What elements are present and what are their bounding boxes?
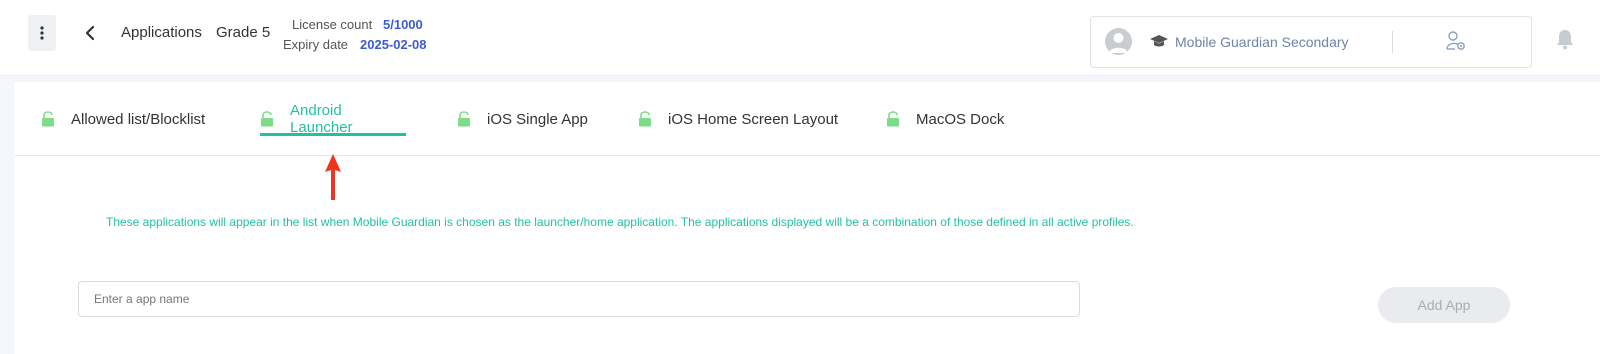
app-name-input[interactable] bbox=[78, 281, 1080, 317]
tab-label: iOS Single App bbox=[487, 110, 588, 128]
unlocked-icon bbox=[41, 111, 55, 127]
kebab-menu-icon bbox=[40, 26, 44, 40]
kebab-menu-button[interactable] bbox=[28, 15, 56, 51]
bell-icon[interactable] bbox=[1556, 28, 1574, 50]
tab-label: Android Launcher bbox=[290, 102, 353, 136]
user-settings-icon[interactable] bbox=[1445, 30, 1467, 52]
unlocked-icon bbox=[638, 111, 652, 127]
tab-macos-dock[interactable]: MacOS Dock bbox=[886, 82, 1004, 156]
annotation-arrow-icon bbox=[325, 154, 341, 200]
graduation-cap-icon bbox=[1150, 35, 1168, 47]
tab-bar: Allowed list/Blocklist Android Launcher … bbox=[14, 82, 1600, 156]
unlocked-icon bbox=[260, 111, 274, 127]
expiry-date-value: 2025-02-08 bbox=[360, 37, 427, 52]
unlocked-icon bbox=[886, 111, 900, 127]
tab-label: Allowed list/Blocklist bbox=[71, 110, 206, 128]
license-count-label: License count bbox=[292, 17, 373, 32]
tab-android-launcher[interactable]: Android Launcher bbox=[260, 82, 406, 156]
breadcrumb-applications[interactable]: Applications bbox=[121, 24, 202, 41]
tab-label: MacOS Dock bbox=[916, 110, 1005, 128]
launcher-info-text: These applications will appear in the li… bbox=[106, 215, 1134, 229]
school-name: Mobile Guardian Secondary bbox=[1175, 34, 1349, 50]
expiry-date-label: Expiry date bbox=[283, 37, 349, 52]
tab-ios-single-app[interactable]: iOS Single App bbox=[457, 82, 588, 156]
tab-label: iOS Home Screen Layout bbox=[668, 110, 839, 128]
divider bbox=[1392, 31, 1393, 53]
account-switcher[interactable]: Mobile Guardian Secondary bbox=[1090, 16, 1532, 68]
avatar-icon bbox=[1105, 28, 1132, 55]
unlocked-icon bbox=[457, 111, 471, 127]
tab-allowed-blocklist[interactable]: Allowed list/Blocklist bbox=[41, 82, 205, 156]
tab-ios-home-screen-layout[interactable]: iOS Home Screen Layout bbox=[638, 82, 838, 156]
license-count-value: 5/1000 bbox=[383, 17, 423, 32]
back-button[interactable] bbox=[80, 22, 100, 44]
add-app-button[interactable]: Add App bbox=[1378, 287, 1510, 323]
content-card: Allowed list/Blocklist Android Launcher … bbox=[14, 82, 1600, 354]
top-header: Applications Grade 5 License count 5/100… bbox=[0, 0, 1600, 76]
breadcrumb-grade[interactable]: Grade 5 bbox=[216, 24, 270, 41]
chevron-left-icon bbox=[85, 25, 95, 41]
